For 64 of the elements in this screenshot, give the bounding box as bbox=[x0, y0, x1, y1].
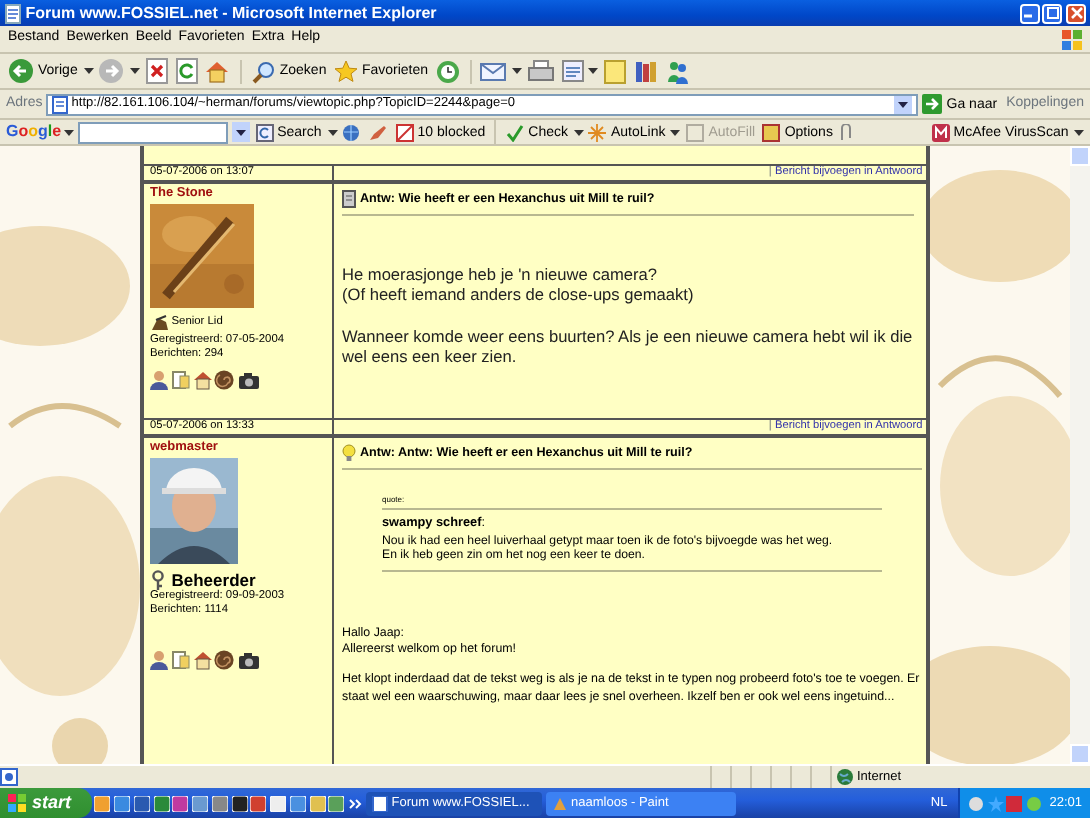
caret-icon[interactable] bbox=[588, 68, 599, 74]
shield-icon bbox=[931, 123, 950, 141]
back-arrow-icon bbox=[8, 58, 34, 84]
sparkle-icon bbox=[588, 123, 607, 141]
news-button[interactable] bbox=[340, 123, 363, 141]
options-icon bbox=[762, 123, 781, 141]
star-icon bbox=[333, 59, 358, 83]
close-button[interactable] bbox=[1066, 3, 1086, 23]
paint-icon bbox=[551, 795, 568, 811]
windows-logo-icon bbox=[1062, 29, 1082, 49]
caret-icon[interactable] bbox=[130, 68, 141, 74]
pagerank-button[interactable] bbox=[366, 123, 391, 141]
page-icon bbox=[4, 3, 22, 23]
dropdown-icon[interactable] bbox=[893, 95, 912, 113]
minimize-button[interactable] bbox=[1019, 3, 1039, 23]
start-button[interactable]: start bbox=[0, 788, 92, 818]
caret-icon[interactable] bbox=[327, 129, 338, 135]
stop-icon bbox=[145, 58, 168, 84]
tray-icon[interactable] bbox=[967, 795, 984, 811]
paperclip-icon bbox=[838, 123, 855, 141]
search-icon bbox=[255, 123, 274, 141]
go-arrow-icon bbox=[922, 94, 943, 114]
globe-icon bbox=[835, 768, 854, 786]
scrollbar[interactable] bbox=[1070, 146, 1090, 764]
envelope-icon bbox=[480, 61, 507, 81]
windows-logo-icon bbox=[8, 794, 26, 812]
document-icon bbox=[561, 60, 584, 82]
home-icon bbox=[204, 58, 231, 84]
caret-icon[interactable] bbox=[670, 129, 681, 135]
people-icon bbox=[665, 59, 690, 83]
home-button[interactable] bbox=[202, 58, 233, 84]
stop-button[interactable] bbox=[143, 58, 170, 84]
caret-icon[interactable] bbox=[1074, 129, 1084, 135]
messenger-button[interactable] bbox=[663, 59, 692, 83]
mail-button[interactable] bbox=[478, 61, 509, 81]
page-icon bbox=[52, 95, 69, 113]
history-button[interactable] bbox=[433, 59, 462, 83]
caret-icon[interactable] bbox=[83, 68, 94, 74]
google-search-field[interactable] bbox=[78, 121, 229, 143]
form-icon bbox=[686, 123, 705, 141]
print-button[interactable] bbox=[525, 59, 556, 83]
caret-icon[interactable] bbox=[573, 129, 584, 135]
chevron-icon[interactable] bbox=[348, 797, 363, 809]
refresh-button[interactable] bbox=[173, 58, 200, 84]
refresh-icon bbox=[175, 58, 198, 84]
caret-icon[interactable] bbox=[512, 68, 523, 74]
clock-icon bbox=[435, 59, 460, 83]
printer-icon bbox=[527, 59, 554, 83]
caret-icon[interactable] bbox=[64, 129, 75, 135]
research-button[interactable] bbox=[631, 59, 660, 83]
search-icon bbox=[251, 59, 276, 83]
close-icon bbox=[1067, 4, 1085, 22]
pencil-icon bbox=[368, 123, 389, 141]
dropdown-icon[interactable] bbox=[231, 122, 250, 142]
browser-page-icon bbox=[371, 795, 388, 811]
globe-icon bbox=[342, 123, 361, 141]
popup-blocked-icon bbox=[395, 123, 414, 141]
maximize-icon bbox=[1043, 4, 1062, 22]
google-logo[interactable]: Google bbox=[6, 122, 62, 142]
note-icon bbox=[604, 59, 627, 83]
maximize-button[interactable] bbox=[1042, 3, 1063, 23]
checkmark-icon bbox=[506, 123, 525, 141]
window-title: Forum www.FOSSIEL.net - Microsoft Internet Explorer bbox=[25, 3, 439, 23]
books-icon bbox=[633, 59, 658, 83]
